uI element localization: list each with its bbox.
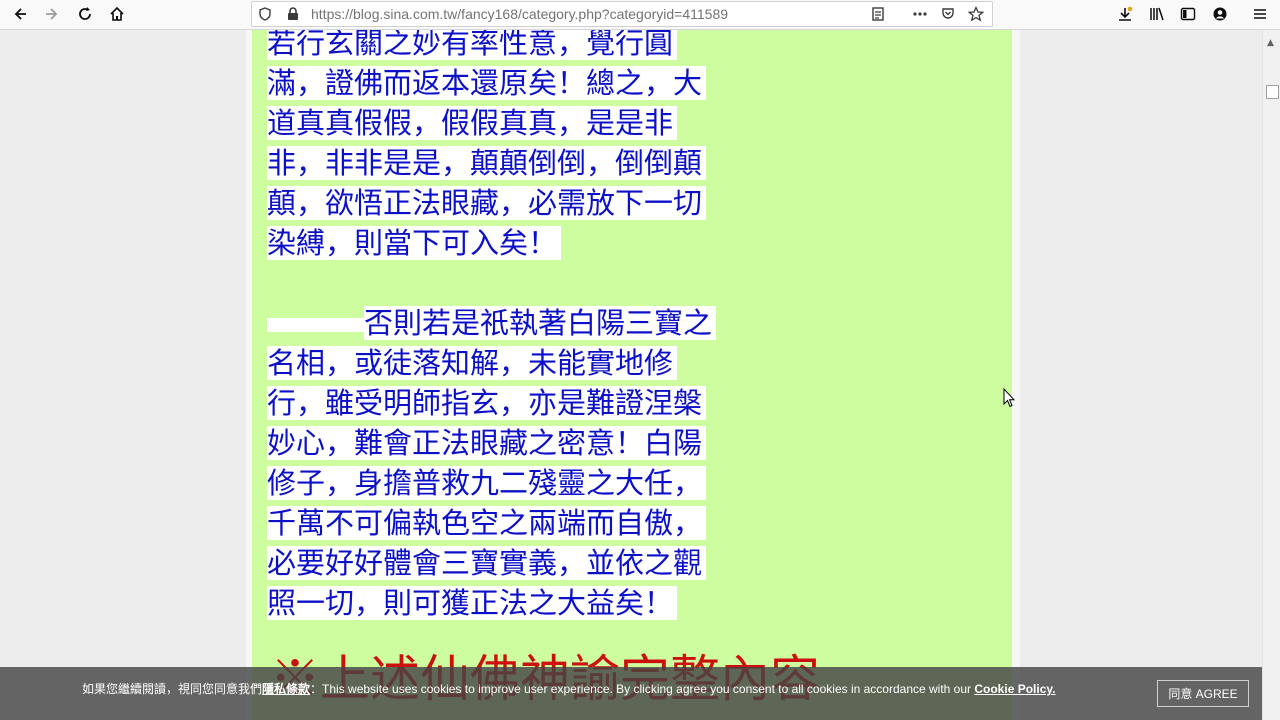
article-line: 行，雖受明師指玄，亦是難證涅槃 [267,383,767,423]
article-line: 顛，欲悟正法眼藏，必需放下一切 [267,183,767,223]
cookie-policy-link[interactable]: Cookie Policy. [974,682,1055,696]
tracking-shield-icon[interactable] [256,5,274,23]
back-arrow-icon[interactable] [8,3,32,25]
forward-arrow-icon[interactable] [40,3,64,25]
article-line: 名相，或徒落知解，未能實地修 [267,343,767,383]
article-line: 道真真假假，假假真真，是是非 [267,103,767,143]
cookie-message: 如果您繼續閱讀，視同您同意我們隱私條款：This website uses co… [82,680,1056,697]
library-icon[interactable] [1145,3,1169,25]
reader-view-icon[interactable] [869,5,887,23]
article-body: 若行玄關之妙有率性意，覺行圓 滿，證佛而返本還原矣！總之，大 道真真假假，假假真… [267,30,767,623]
article-line: 若行玄關之妙有率性意，覺行圓 [267,30,767,63]
page-viewport: 若行玄關之妙有率性意，覺行圓 滿，證佛而返本還原矣！總之，大 道真真假假，假假真… [0,30,1262,720]
lock-icon[interactable] [284,5,302,23]
account-icon[interactable] [1208,3,1232,25]
url-bar[interactable]: https://blog.sina.com.tw/fancy168/catego… [251,1,993,27]
article-line: 千萬不可偏執色空之兩端而自傲， [267,503,767,543]
article-line: 修子，身擔普救九二殘靈之大任， [267,463,767,503]
article-line: 染縛，則當下可入矣！ [267,223,767,263]
article-line: 必要好好體會三寶實義，並依之觀 [267,543,767,583]
article-line: 照一切，則可獲正法之大益矣！ [267,583,767,623]
mouse-cursor-icon [1003,387,1016,408]
scroll-up-arrow-icon[interactable]: ▲ [1267,38,1274,48]
article-line: 非，非非是是，顛顛倒倒，倒倒顛 [267,143,767,183]
reload-icon[interactable] [73,3,97,25]
article-line: 滿，證佛而返本還原矣！總之，大 [267,63,767,103]
bookmark-star-icon[interactable] [967,5,985,23]
article-content: 若行玄關之妙有率性意，覺行圓 滿，證佛而返本還原矣！總之，大 道真真假假，假假真… [252,30,1012,720]
agree-button[interactable]: 同意 AGREE [1157,680,1249,707]
vertical-scrollbar[interactable]: ▲ [1262,30,1280,720]
cookie-text-en: ：This website uses cookies to improve us… [310,682,975,696]
cookie-text-zh: 如果您繼續閱讀，視同您同意我們 [82,682,263,696]
pocket-icon[interactable] [939,5,957,23]
url-text[interactable]: https://blog.sina.com.tw/fancy168/catego… [311,6,728,22]
downloads-icon[interactable] [1113,3,1137,25]
hamburger-menu-icon[interactable] [1248,3,1272,25]
scrollbar-thumb[interactable] [1266,85,1279,99]
privacy-terms-link[interactable]: 隱私條款 [262,682,310,696]
browser-toolbar: https://blog.sina.com.tw/fancy168/catego… [0,0,1280,30]
cookie-consent-bar: 如果您繼續閱讀，視同您同意我們隱私條款：This website uses co… [0,667,1262,720]
home-icon[interactable] [105,3,129,25]
article-line: 妙心，難會正法眼藏之密意！白陽 [267,423,767,463]
page-actions-icon[interactable] [911,5,929,23]
article-line: 否則若是祇執著白陽三寶之 [267,303,767,343]
sidebar-icon[interactable] [1176,3,1200,25]
